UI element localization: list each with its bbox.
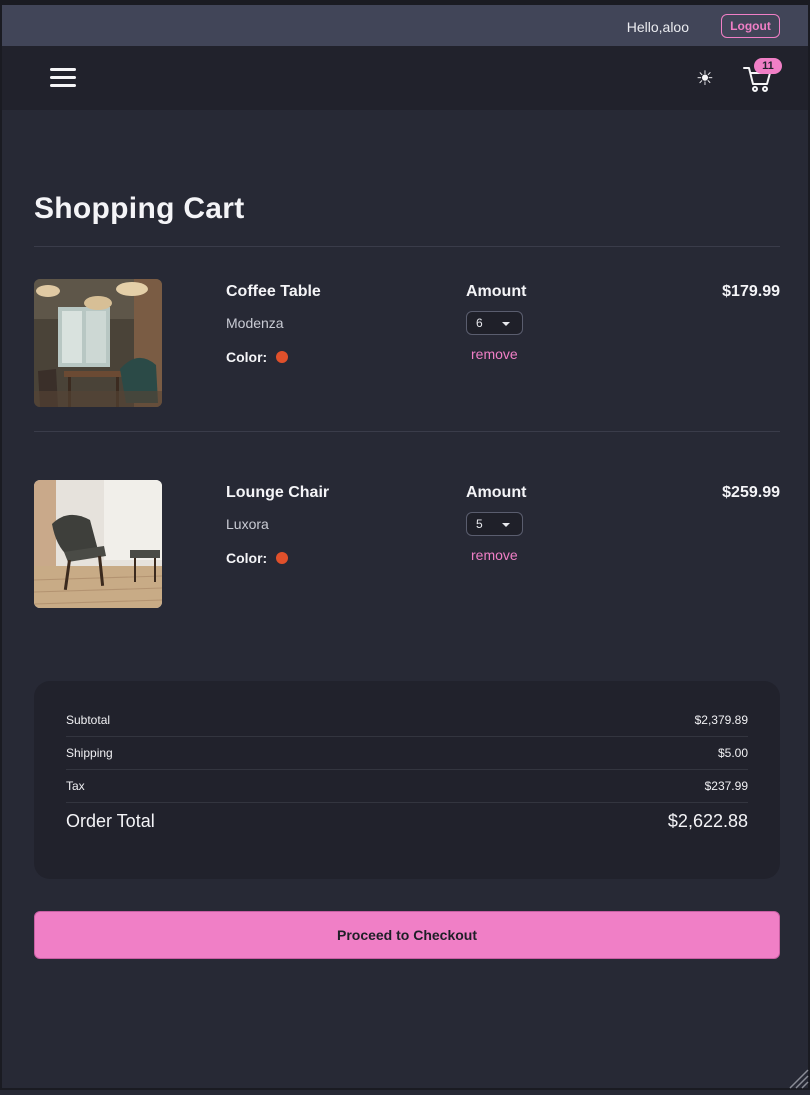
product-price: $179.99	[722, 283, 780, 301]
product-brand: Modenza	[226, 315, 284, 331]
subtotal-row: Subtotal $2,379.89	[66, 704, 748, 737]
order-summary: Subtotal $2,379.89 Shipping $5.00 Tax $2…	[34, 681, 780, 879]
top-bar: Hello,aloo Logout	[2, 5, 808, 46]
color-label: Color:	[226, 349, 267, 365]
subtotal-label: Subtotal	[66, 713, 110, 727]
product-image-coffee-table	[34, 279, 162, 407]
hamburger-menu-icon[interactable]	[50, 68, 76, 88]
order-total-value: $2,622.88	[668, 811, 748, 832]
cart-item: Coffee Table Modenza Color: Amount 6 rem…	[34, 279, 780, 409]
product-image-lounge-chair	[34, 480, 162, 608]
product-color: Color:	[226, 550, 288, 566]
product-color: Color:	[226, 349, 288, 365]
chevron-down-icon	[502, 322, 510, 326]
shipping-label: Shipping	[66, 746, 113, 760]
tax-row: Tax $237.99	[66, 770, 748, 803]
amount-label: Amount	[466, 283, 526, 301]
amount-value: 6	[476, 316, 483, 330]
navbar: ☀ 11	[2, 46, 808, 110]
product-name: Lounge Chair	[226, 484, 329, 502]
chevron-down-icon	[502, 523, 510, 527]
checkout-button[interactable]: Proceed to Checkout	[34, 911, 780, 959]
subtotal-value: $2,379.89	[695, 713, 748, 727]
tax-value: $237.99	[705, 779, 748, 793]
divider	[34, 431, 780, 432]
divider	[34, 246, 780, 247]
order-total-row: Order Total $2,622.88	[66, 811, 748, 832]
product-brand: Luxora	[226, 516, 269, 532]
amount-select[interactable]: 6	[466, 311, 523, 335]
color-swatch	[276, 351, 288, 363]
remove-link[interactable]: remove	[471, 346, 518, 362]
cart-count-badge: 11	[754, 58, 782, 74]
color-swatch	[276, 552, 288, 564]
remove-link[interactable]: remove	[471, 547, 518, 563]
resize-grip-icon[interactable]	[784, 1064, 810, 1090]
product-name: Coffee Table	[226, 283, 321, 301]
cart-item: Lounge Chair Luxora Color: Amount 5 remo…	[34, 480, 780, 610]
product-price: $259.99	[722, 484, 780, 502]
logout-button[interactable]: Logout	[721, 14, 780, 38]
page-title: Shopping Cart	[34, 192, 245, 226]
amount-select[interactable]: 5	[466, 512, 523, 536]
shipping-value: $5.00	[718, 746, 748, 760]
color-label: Color:	[226, 550, 267, 566]
sun-icon[interactable]: ☀	[696, 66, 714, 91]
amount-value: 5	[476, 517, 483, 531]
greeting-text: Hello,aloo	[627, 19, 689, 35]
order-total-label: Order Total	[66, 811, 155, 832]
amount-label: Amount	[466, 484, 526, 502]
tax-label: Tax	[66, 779, 85, 793]
shipping-row: Shipping $5.00	[66, 737, 748, 770]
